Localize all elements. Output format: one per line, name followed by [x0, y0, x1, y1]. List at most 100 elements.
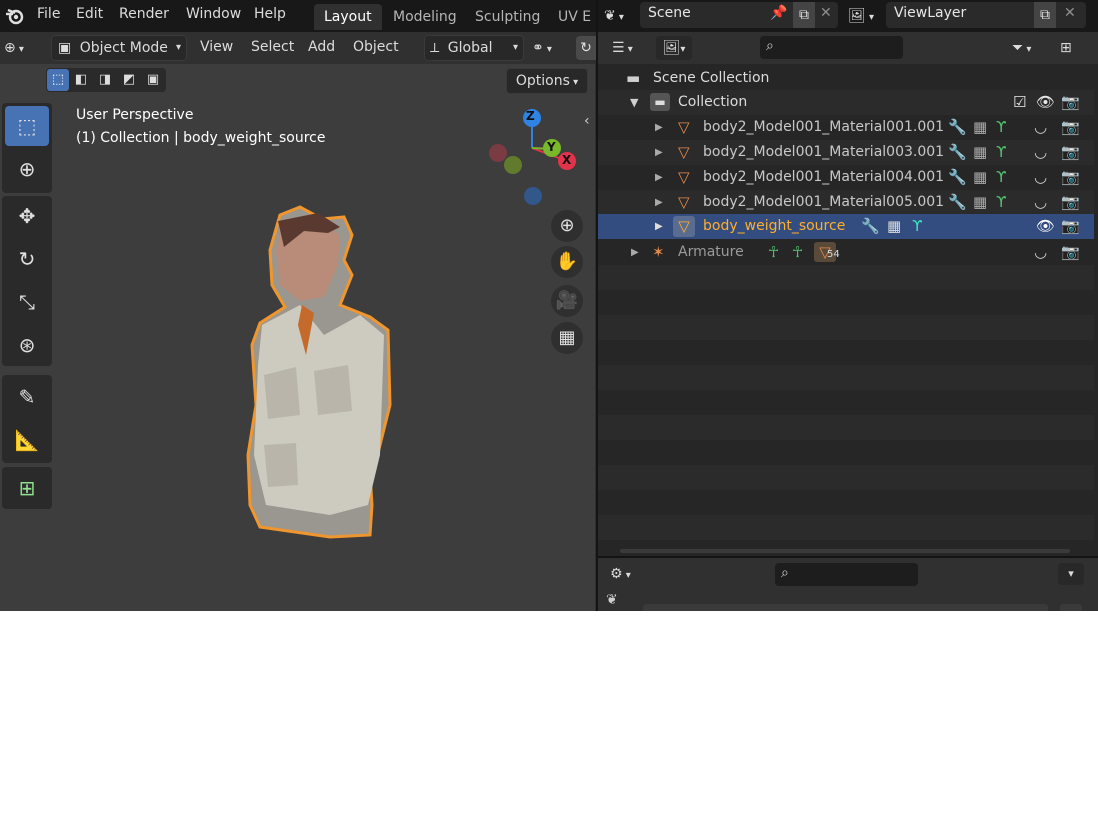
view-layer-name: ViewLayer: [894, 5, 967, 21]
properties-editor-type-button[interactable]: ⚙ ▾: [610, 563, 650, 585]
camera-icon[interactable]: 📷: [1061, 90, 1080, 115]
expand-arrow-icon[interactable]: ▶: [655, 115, 663, 140]
outliner-row-object-selected[interactable]: ▶ ▽ body_weight_source 🔧 ▦ ϒ 👁 📷: [598, 214, 1094, 239]
tab-modeling[interactable]: Modeling: [383, 4, 467, 30]
wrench-icon[interactable]: 🔧: [948, 190, 967, 215]
zoom-button[interactable]: ⊕: [551, 210, 583, 242]
expand-arrow-icon[interactable]: ▶: [655, 190, 663, 215]
outliner-row-object[interactable]: ▶ ▽ body2_Model001_Material005.001 🔧 ▦ ϒ…: [598, 190, 1094, 215]
new-collection-button[interactable]: ⊞: [1060, 36, 1082, 60]
annotate-tool[interactable]: ✎: [5, 377, 49, 417]
menu-file[interactable]: File: [37, 6, 60, 22]
scene-name-field[interactable]: Scene 📌 ⧉ ✕: [640, 2, 838, 28]
sidebar-toggle-icon[interactable]: ‹: [584, 113, 590, 129]
eye-icon[interactable]: 👁: [1036, 214, 1055, 239]
select-box-tool[interactable]: ⬚: [5, 106, 49, 146]
menu-object[interactable]: Object: [353, 39, 399, 55]
tab-sculpting[interactable]: Sculpting: [465, 4, 550, 30]
wrench-icon[interactable]: 🔧: [948, 115, 967, 140]
mode-dropdown[interactable]: ▣ Object Mode ▾: [51, 35, 187, 61]
armature-label: Armature: [678, 244, 744, 260]
view-layer-selector-button[interactable]: 🖼 ▾: [848, 5, 884, 27]
select-extend-icon[interactable]: ◧: [70, 69, 92, 91]
view-layer-name-field[interactable]: ViewLayer ⧉ ✕: [886, 2, 1086, 28]
chevron-down-icon: ▾: [1023, 44, 1032, 55]
expand-arrow-icon[interactable]: ▼: [630, 90, 638, 115]
eye-closed-icon[interactable]: ◡: [1034, 165, 1047, 190]
eye-icon[interactable]: 👁: [1036, 90, 1055, 115]
camera-icon[interactable]: 📷: [1061, 214, 1080, 239]
tab-uv-editing[interactable]: UV E: [548, 4, 601, 30]
menu-add[interactable]: Add: [308, 39, 335, 55]
close-icon[interactable]: ✕: [820, 5, 832, 21]
pivot-point-button[interactable]: ⚭ ▾: [532, 36, 570, 60]
move-tool[interactable]: ✥: [5, 196, 49, 236]
add-cube-tool[interactable]: ⊞: [5, 468, 49, 508]
expand-arrow-icon[interactable]: ▶: [655, 214, 663, 239]
scale-tool[interactable]: ⤡: [5, 282, 49, 322]
pin-icon[interactable]: 📌: [770, 5, 787, 21]
menu-window[interactable]: Window: [186, 6, 241, 22]
camera-icon[interactable]: 📷: [1061, 190, 1080, 215]
tool-properties-tab-icon[interactable]: ❦: [606, 592, 630, 611]
outliner-row-armature[interactable]: ▶ ✶ Armature ☥ ☥ ▽ 54 ◡ 📷: [598, 240, 1094, 265]
transform-orientation-dropdown[interactable]: ⟂ Global ▾: [424, 35, 524, 61]
wrench-icon[interactable]: 🔧: [861, 214, 880, 239]
camera-icon[interactable]: 📷: [1061, 165, 1080, 190]
eye-closed-icon[interactable]: ◡: [1034, 115, 1047, 140]
display-mode-button[interactable]: 🖼▾: [656, 36, 692, 60]
transform-tool[interactable]: ⊛: [5, 325, 49, 365]
orientation-icon: ⟂: [430, 40, 440, 56]
rotate-tool[interactable]: ↻: [5, 239, 49, 279]
outliner-search-input[interactable]: ⌕: [760, 36, 903, 59]
snap-toggle[interactable]: ↻: [576, 36, 596, 60]
new-view-layer-icon[interactable]: ⧉: [1034, 2, 1056, 28]
model-body-weight-source[interactable]: [240, 205, 395, 540]
select-invert-icon[interactable]: ◩: [118, 69, 140, 91]
outliner-scrollbar[interactable]: [620, 549, 1070, 553]
outliner-row-object[interactable]: ▶ ▽ body2_Model001_Material003.001 🔧 ▦ ϒ…: [598, 140, 1094, 165]
properties-add-button[interactable]: [1060, 604, 1082, 611]
wrench-icon[interactable]: 🔧: [948, 140, 967, 165]
expand-arrow-icon[interactable]: ▶: [655, 165, 663, 190]
options-dropdown[interactable]: Options ▾: [506, 68, 588, 94]
camera-icon[interactable]: 📷: [1061, 240, 1080, 265]
wrench-icon[interactable]: 🔧: [948, 165, 967, 190]
outliner-row-object[interactable]: ▶ ▽ body2_Model001_Material004.001 🔧 ▦ ϒ…: [598, 165, 1094, 190]
menu-select[interactable]: Select: [251, 39, 294, 55]
tab-layout[interactable]: Layout: [314, 4, 382, 30]
outliner-row-scene-collection[interactable]: ▬ Scene Collection: [598, 66, 1094, 91]
camera-icon[interactable]: 📷: [1061, 140, 1080, 165]
checkbox-icon[interactable]: ☑: [1013, 90, 1026, 115]
eye-closed-icon[interactable]: ◡: [1034, 240, 1047, 265]
eye-closed-icon[interactable]: ◡: [1034, 140, 1047, 165]
measure-tool[interactable]: 📐: [5, 420, 49, 460]
select-intersect-icon[interactable]: ▣: [142, 69, 164, 91]
new-scene-icon[interactable]: ⧉: [793, 2, 815, 28]
select-subtract-icon[interactable]: ◨: [94, 69, 116, 91]
expand-arrow-icon[interactable]: ▶: [655, 140, 663, 165]
outliner-row-collection[interactable]: ▼ ▬ Collection ☑ 👁 📷: [598, 90, 1094, 115]
pan-button[interactable]: ✋: [551, 246, 583, 278]
cursor-tool[interactable]: ⊕: [5, 149, 49, 189]
properties-options-button[interactable]: ▾: [1058, 563, 1084, 585]
select-new-icon[interactable]: ⬚: [47, 69, 69, 91]
camera-view-button[interactable]: 🎥: [551, 285, 583, 317]
outliner-editor-type-button[interactable]: ☰ ▾: [612, 36, 648, 60]
close-icon[interactable]: ✕: [1064, 5, 1076, 21]
expand-arrow-icon[interactable]: ▶: [631, 240, 639, 265]
outliner-row-object[interactable]: ▶ ▽ body2_Model001_Material001.001 🔧 ▦ ϒ…: [598, 115, 1094, 140]
filter-button[interactable]: ⏷ ▾: [1012, 36, 1052, 60]
properties-search-input[interactable]: ⌕: [775, 563, 918, 586]
menu-render[interactable]: Render: [119, 6, 169, 22]
perspective-toggle-button[interactable]: ▦: [551, 322, 583, 354]
menu-view[interactable]: View: [200, 39, 233, 55]
navigation-gizmo[interactable]: Z X Y: [484, 106, 580, 206]
blender-logo-icon[interactable]: [4, 5, 26, 27]
scene-selector-button[interactable]: ❦ ▾: [604, 5, 636, 27]
editor-type-button[interactable]: ⊕ ▾: [4, 36, 42, 60]
camera-icon[interactable]: 📷: [1061, 115, 1080, 140]
eye-closed-icon[interactable]: ◡: [1034, 190, 1047, 215]
menu-edit[interactable]: Edit: [76, 6, 103, 22]
menu-help[interactable]: Help: [254, 6, 286, 22]
